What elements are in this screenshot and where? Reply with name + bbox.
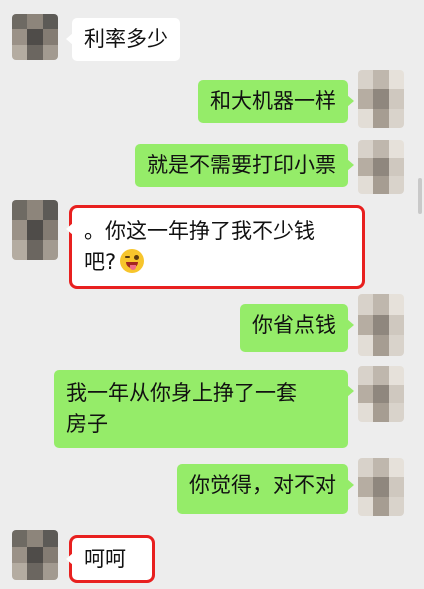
message-text: 就是不需要打印小票 bbox=[147, 153, 336, 177]
message-text: 和大机器一样 bbox=[210, 89, 336, 113]
message-text-line: 我一年从你身上挣了一套 bbox=[66, 381, 297, 405]
message-text-line-2: 吧? bbox=[84, 247, 350, 278]
highlighted-message-bubble[interactable]: 呵呵 bbox=[66, 535, 155, 583]
highlighted-message-bubble[interactable]: 。你这一年挣了我不少钱 吧? bbox=[66, 205, 365, 289]
message-bubble[interactable]: 就是不需要打印小票 bbox=[135, 144, 354, 187]
my-avatar[interactable] bbox=[358, 458, 404, 516]
scrollbar[interactable] bbox=[418, 178, 422, 214]
message-text: 你省点钱 bbox=[252, 313, 336, 337]
message-text: 呵呵 bbox=[84, 547, 126, 571]
my-avatar[interactable] bbox=[358, 140, 404, 194]
contact-avatar[interactable] bbox=[12, 530, 58, 580]
my-avatar[interactable] bbox=[358, 294, 404, 356]
message-bubble[interactable]: 你觉得，对不对 bbox=[177, 464, 354, 514]
my-avatar[interactable] bbox=[358, 70, 404, 128]
message-text-line-2: 房子 bbox=[66, 412, 108, 436]
contact-avatar[interactable] bbox=[12, 14, 58, 60]
contact-avatar[interactable] bbox=[12, 200, 58, 260]
message-bubble[interactable]: 和大机器一样 bbox=[198, 80, 354, 123]
winking-tongue-emoji-icon bbox=[120, 249, 145, 273]
message-bubble[interactable]: 利率多少 bbox=[66, 18, 180, 61]
message-text: 你觉得，对不对 bbox=[189, 473, 336, 497]
my-avatar[interactable] bbox=[358, 366, 404, 422]
message-text: 利率多少 bbox=[84, 27, 168, 51]
message-text: 吧? bbox=[84, 250, 117, 274]
message-text-line: 。你这一年挣了我不少钱 bbox=[84, 219, 315, 243]
message-bubble[interactable]: 你省点钱 bbox=[240, 304, 354, 352]
message-bubble[interactable]: 我一年从你身上挣了一套 房子 bbox=[54, 370, 354, 448]
